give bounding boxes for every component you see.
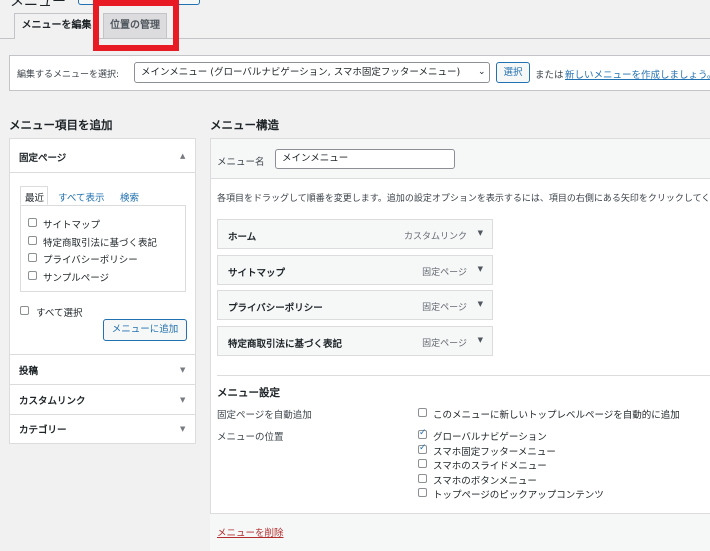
select-button[interactable]: 選択 [496,62,530,83]
divider [10,354,195,355]
or-text: または [535,70,564,81]
menu-item-title: プライバシーポリシー [228,303,323,314]
posts-section-header[interactable]: 投稿 [19,363,38,377]
menu-item-type: カスタムリンク [403,232,467,242]
auto-add-checkbox[interactable] [418,408,427,417]
chevron-down-icon: ⌄ [478,67,486,77]
menu-item-title: サイトマップ [228,268,286,279]
divider [217,375,710,376]
menu-settings-heading: メニュー設定 [217,387,280,399]
menu-location-label: メニューの位置 [217,432,284,443]
create-menu-link[interactable]: 新しいメニューを作成しましょう。 [565,67,710,81]
location-checkbox[interactable] [418,488,427,497]
expand-arrow-icon[interactable]: ▼ [478,300,483,308]
menu-name-label: メニュー名 [217,157,265,168]
tab-edit-menu[interactable]: メニューを編集 [14,13,99,39]
location-label: スマホのスライドメニュー [433,461,547,472]
menu-name-input[interactable]: メインメニュー [275,149,455,169]
menu-item-title: ホーム [228,232,257,243]
select-all-label: すべて選択 [36,308,83,319]
expand-arrow-icon[interactable]: ▼ [478,265,483,273]
menu-structure-heading: メニュー構造 [210,118,279,132]
fixed-pages-header[interactable]: 固定ページ [19,150,66,164]
delete-menu-link[interactable]: メニューを削除 [217,525,284,539]
location-label: グローバルナビゲーション [433,432,547,443]
page-checkbox[interactable] [28,253,37,262]
subtab-recent[interactable]: 最近 [25,190,44,204]
location-checkbox[interactable] [418,474,427,483]
select-all-checkbox[interactable] [20,306,29,315]
menu-footer [210,513,710,551]
menu-item[interactable]: ホーム カスタムリンク ▼ [217,219,493,249]
location-label: トップページのピックアップコンテンツ [433,490,604,501]
page-label: プライバシーポリシー [43,255,138,266]
categories-section-header[interactable]: カテゴリー [19,422,67,436]
highlight-box [93,0,179,51]
menu-item-title: 特定商取引法に基づく表記 [228,339,343,350]
page-label: 特定商取引法に基づく表記 [43,238,158,249]
collapse-arrow-icon[interactable]: ▲ [180,152,185,160]
auto-add-option: このメニューに新しいトップレベルページを自動的に追加 [433,410,680,421]
expand-arrow-icon[interactable]: ▼ [180,366,185,374]
page-checkbox[interactable] [28,236,37,245]
divider [10,384,195,385]
location-label: スマホのボタンメニュー [433,476,537,487]
page-label: サイトマップ [43,220,101,231]
expand-arrow-icon[interactable]: ▼ [478,336,483,344]
instructions-text: 各項目をドラッグして順番を変更します。追加の設定オプションを表示するには、項目の… [217,194,710,204]
divider [10,172,195,173]
menu-item[interactable]: 特定商取引法に基づく表記 固定ページ ▼ [217,326,493,356]
expand-arrow-icon[interactable]: ▼ [180,425,185,433]
page-checkbox[interactable] [28,271,37,280]
page-checkbox[interactable] [28,218,37,227]
expand-arrow-icon[interactable]: ▼ [478,229,483,237]
add-items-heading: メニュー項目を追加 [9,118,113,132]
menu-item-type: 固定ページ [422,303,467,313]
menu-item-type: 固定ページ [422,268,467,278]
menu-item[interactable]: サイトマップ 固定ページ ▼ [217,255,493,285]
add-to-menu-button[interactable]: メニューに追加 [103,319,187,341]
location-checkbox[interactable] [418,443,427,454]
subtab-search[interactable]: 検索 [120,190,139,204]
page-label: サンプルページ [43,273,110,284]
menu-item[interactable]: プライバシーポリシー 固定ページ ▼ [217,290,493,320]
custom-links-section-header[interactable]: カスタムリンク [19,393,86,407]
location-checkbox[interactable] [418,459,427,468]
location-checkbox[interactable] [418,428,427,439]
expand-arrow-icon[interactable]: ▼ [180,396,185,404]
menu-select-dropdown[interactable]: メインメニュー (グローバルナビゲーション, スマホ固定フッターメニュー) [134,62,490,83]
auto-add-label: 固定ページを自動追加 [217,410,312,421]
menu-item-type: 固定ページ [422,339,467,349]
page-title: メニュー [10,0,66,10]
menu-select-label: 編集するメニューを選択: [17,70,120,80]
location-label: スマホ固定フッターメニュー [433,447,556,458]
divider [10,414,195,415]
subtab-view-all[interactable]: すべて表示 [58,190,104,204]
